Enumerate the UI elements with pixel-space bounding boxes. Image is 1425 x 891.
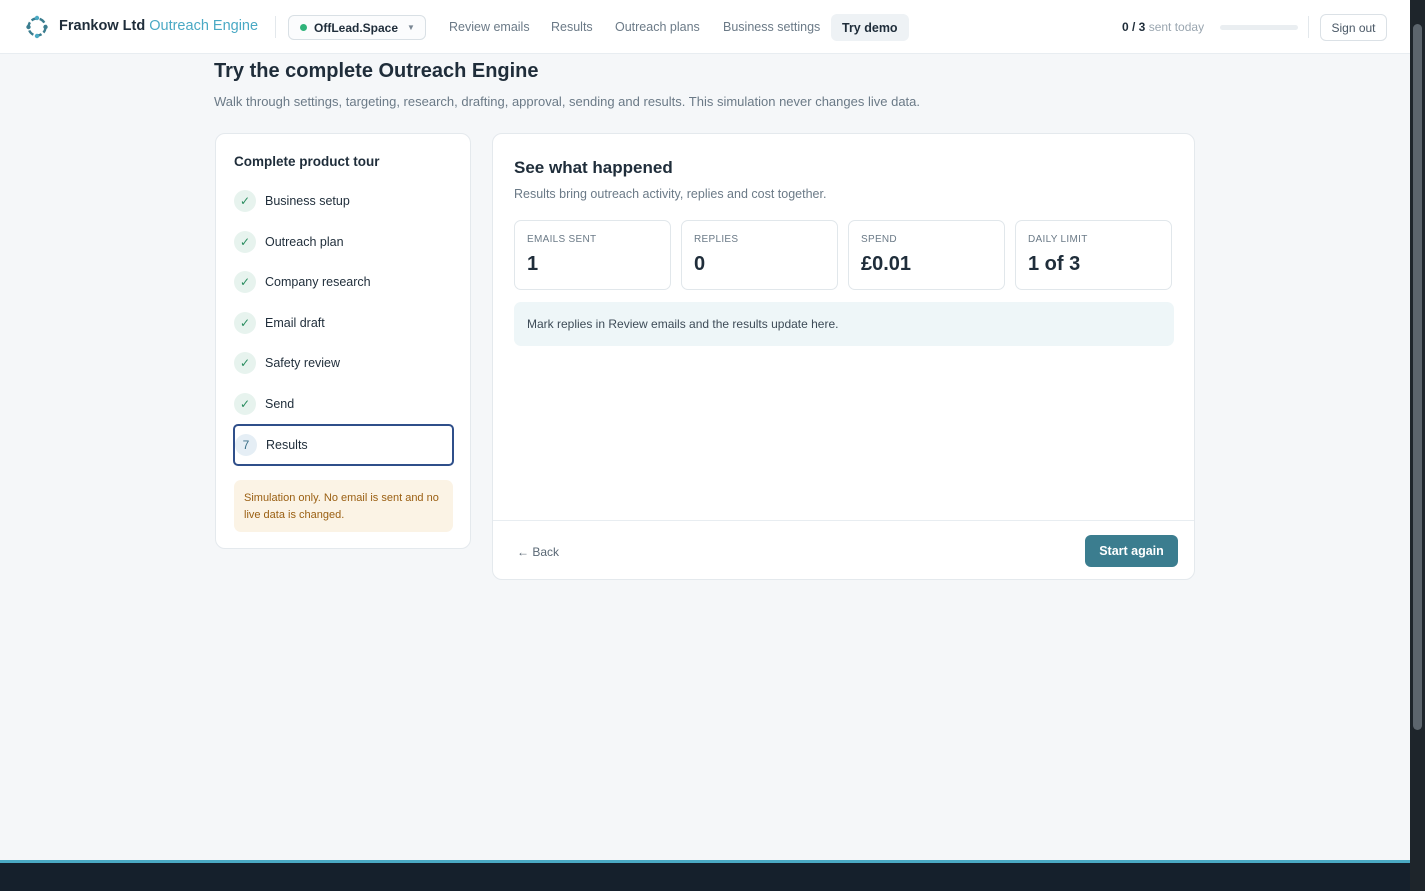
check-icon: ✓ xyxy=(234,231,256,253)
results-info-banner: Mark replies in Review emails and the re… xyxy=(514,302,1174,346)
step-number-badge: 7 xyxy=(235,434,257,456)
brand-product: Outreach Engine xyxy=(149,18,259,34)
nav-results[interactable]: Results xyxy=(551,20,593,34)
step-label: Send xyxy=(265,397,295,411)
tour-step-send[interactable]: ✓ Send xyxy=(233,384,454,424)
stat-value: 1 xyxy=(527,253,539,275)
vertical-scrollbar[interactable] xyxy=(1410,0,1425,891)
nav-try-demo[interactable]: Try demo xyxy=(831,14,909,41)
step-label: Business setup xyxy=(265,194,350,208)
stat-label: EMAILS SENT xyxy=(527,234,597,245)
header-divider xyxy=(275,16,276,38)
step-label: Outreach plan xyxy=(265,235,344,249)
stat-daily-limit: DAILY LIMIT 1 of 3 xyxy=(1015,220,1172,290)
status-dot-icon xyxy=(300,24,307,31)
step-label: Email draft xyxy=(265,316,325,330)
stat-label: REPLIES xyxy=(694,234,739,245)
check-icon: ✓ xyxy=(234,312,256,334)
step-label: Results xyxy=(266,438,308,452)
results-title: See what happened xyxy=(514,158,673,177)
stat-value: £0.01 xyxy=(861,253,912,275)
tour-step-outreach-plan[interactable]: ✓ Outreach plan xyxy=(233,222,454,262)
workspace-selector[interactable]: OffLead.Space ▼ xyxy=(288,15,426,40)
stat-replies: REPLIES 0 xyxy=(681,220,838,290)
product-tour-card: Complete product tour ✓ Business setup ✓… xyxy=(215,133,471,549)
top-bar: Frankow Ltd Outreach Engine OffLead.Spac… xyxy=(0,0,1410,54)
sent-today-counter: 0 / 3 sent today xyxy=(1122,20,1204,34)
page-footer xyxy=(0,860,1410,891)
stat-emails-sent: EMAILS SENT 1 xyxy=(514,220,671,290)
step-label: Safety review xyxy=(265,356,341,370)
brand-name[interactable]: Frankow Ltd Outreach Engine xyxy=(59,18,258,34)
sign-out-button[interactable]: Sign out xyxy=(1320,14,1387,41)
simulation-notice: Simulation only. No email is sent and no… xyxy=(234,480,453,532)
sent-suffix: sent today xyxy=(1148,20,1205,34)
page-subtitle: Walk through settings, targeting, resear… xyxy=(214,94,920,109)
stat-label: SPEND xyxy=(861,234,897,245)
tour-step-company-research[interactable]: ✓ Company research xyxy=(233,262,454,302)
page-title: Try the complete Outreach Engine xyxy=(214,60,539,82)
nav-outreach-plans[interactable]: Outreach plans xyxy=(615,20,700,34)
results-card: See what happened Results bring outreach… xyxy=(492,133,1195,580)
logo-icon[interactable] xyxy=(24,14,50,40)
nav-review-emails[interactable]: Review emails xyxy=(449,20,530,34)
chevron-down-icon: ▼ xyxy=(407,23,415,32)
check-icon: ✓ xyxy=(234,190,256,212)
workspace-name: OffLead.Space xyxy=(314,20,399,35)
check-icon: ✓ xyxy=(234,352,256,374)
back-button[interactable]: ← Back xyxy=(517,545,559,559)
step-label: Company research xyxy=(265,275,371,289)
tour-title: Complete product tour xyxy=(234,154,380,169)
start-again-button[interactable]: Start again xyxy=(1085,535,1178,567)
check-icon: ✓ xyxy=(234,393,256,415)
scrollbar-thumb[interactable] xyxy=(1413,24,1422,730)
stat-spend: SPEND £0.01 xyxy=(848,220,1005,290)
stat-value: 1 of 3 xyxy=(1028,253,1081,275)
tour-step-email-draft[interactable]: ✓ Email draft xyxy=(233,303,454,343)
stat-value: 0 xyxy=(694,253,706,275)
stat-label: DAILY LIMIT xyxy=(1028,234,1088,245)
check-icon: ✓ xyxy=(234,271,256,293)
results-subtitle: Results bring outreach activity, replies… xyxy=(514,187,827,201)
sent-count: 0 / 3 xyxy=(1122,20,1146,34)
brand-company: Frankow Ltd xyxy=(59,18,146,34)
results-card-footer: ← Back Start again xyxy=(493,520,1194,579)
header-divider-right xyxy=(1308,16,1309,38)
tour-step-safety-review[interactable]: ✓ Safety review xyxy=(233,343,454,383)
daily-progress-bar xyxy=(1220,25,1298,30)
tour-step-business-setup[interactable]: ✓ Business setup xyxy=(233,181,454,221)
nav-business-settings[interactable]: Business settings xyxy=(723,20,820,34)
tour-step-results[interactable]: 7 Results xyxy=(233,424,454,466)
